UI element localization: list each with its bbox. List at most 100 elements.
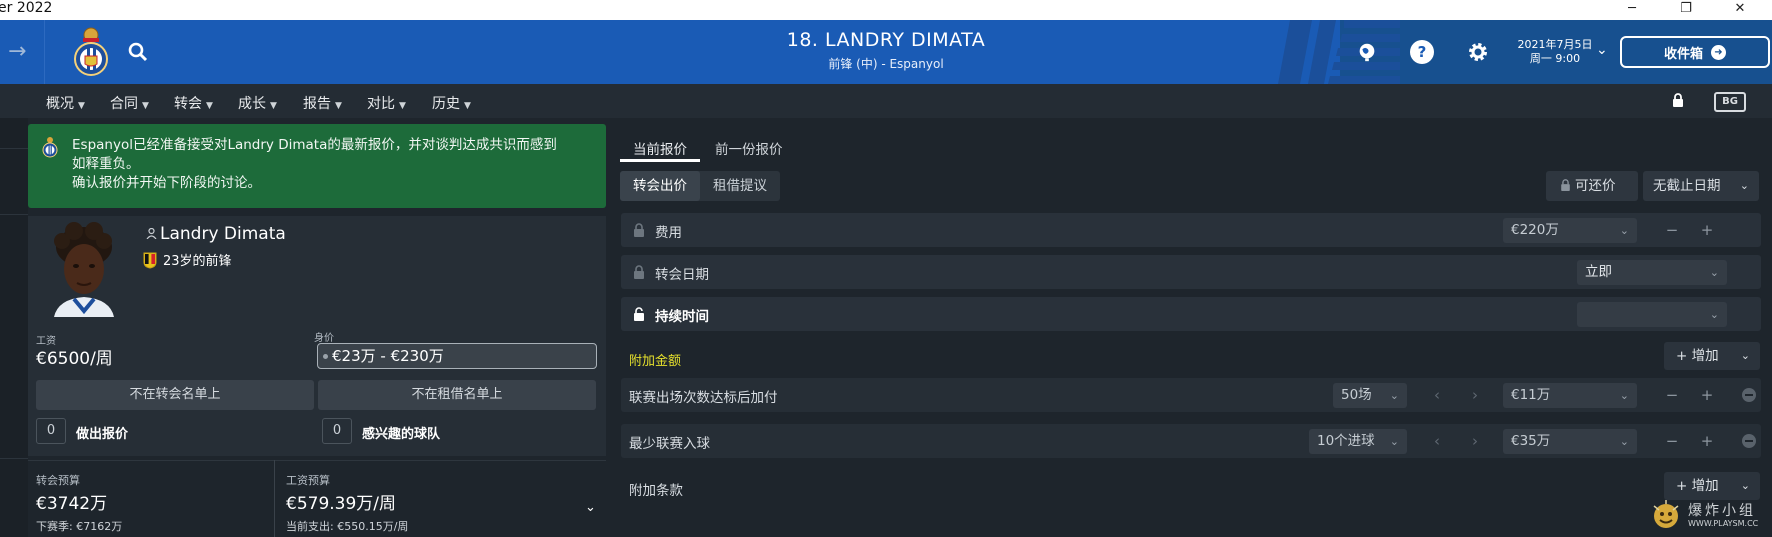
segment-transfer[interactable]: 转会出价	[620, 171, 700, 201]
transfer-date-value: 立即	[1585, 264, 1612, 280]
date-line2: 周一 9:00	[1529, 52, 1581, 65]
help-icon[interactable]: ?	[1410, 40, 1434, 64]
interested-label[interactable]: 感兴趣的球队	[362, 423, 440, 442]
fee-label: 费用	[655, 225, 682, 241]
wage-budget-label: 工资预算	[286, 474, 330, 487]
bonus-decrease-button[interactable]: −	[1663, 432, 1681, 450]
add-clause-button[interactable]: + 增加 ⌄	[1664, 472, 1760, 500]
offers-label[interactable]: 做出报价	[76, 423, 128, 442]
gear-icon[interactable]	[1466, 40, 1490, 64]
watermark-logo-icon	[1653, 500, 1679, 528]
value-label: 身价	[314, 333, 334, 344]
belgium-flag-icon	[143, 252, 157, 269]
unlock-icon[interactable]	[633, 307, 645, 321]
duration-row: 持续时间 ⌄	[621, 297, 1761, 331]
chevron-right-icon[interactable]: ›	[1466, 386, 1484, 404]
bonus-decrease-button[interactable]: −	[1663, 386, 1681, 404]
status-notice: Espanyol已经准备接受对Landry Dimata的最新报价，并对谈判达成…	[28, 124, 606, 208]
transfer-date-select[interactable]: 立即 ⌄	[1577, 260, 1727, 285]
chevron-down-icon: ⌄	[1619, 389, 1629, 402]
loan-list-button[interactable]: 不在租借名单上	[318, 380, 596, 410]
chevron-right-icon[interactable]: ›	[1466, 432, 1484, 450]
club-crest-small-icon	[42, 137, 58, 158]
chevron-left-icon[interactable]: ‹	[1428, 386, 1446, 404]
page-title: 18. LANDRY DIMATA	[786, 29, 986, 51]
site-watermark: 爆炸小组 WWW.PLAYSM.CC	[1648, 498, 1772, 534]
nav-reports[interactable]: 报告 ▼	[303, 93, 342, 113]
world-icon[interactable]	[1355, 40, 1379, 64]
chevron-down-icon: ⌄	[1709, 266, 1719, 279]
fee-input[interactable]: €220万 ⌄	[1503, 218, 1637, 243]
minimize-button[interactable]: ─	[1614, 0, 1650, 16]
duration-select[interactable]: ⌄	[1577, 302, 1727, 327]
tab-current-offer[interactable]: 当前报价	[633, 138, 687, 158]
page-subtitle: 前锋 (中) - Espanyol	[828, 57, 944, 71]
remove-bonus-icon[interactable]	[1742, 388, 1756, 402]
tab-previous-offer[interactable]: 前一份报价	[715, 138, 783, 158]
wage-budget-spent: 当前支出: €550.15万/周	[286, 520, 409, 533]
bonus-amount-input[interactable]: €35万 ⌄	[1503, 429, 1637, 454]
remove-bonus-icon[interactable]	[1742, 434, 1756, 448]
nav-contract[interactable]: 合同 ▼	[110, 93, 149, 113]
interested-count: 0	[322, 418, 352, 444]
game-date[interactable]: 2021年7月5日 周一 9:00	[1515, 38, 1595, 66]
chevron-down-icon: ⌄	[1389, 435, 1399, 448]
plus-icon: +	[1676, 348, 1688, 364]
nav-compare[interactable]: 对比 ▼	[367, 93, 406, 113]
chevron-down-icon: ⌄	[1740, 349, 1750, 362]
window-title: er 2022	[0, 0, 53, 16]
fee-decrease-button[interactable]: −	[1663, 221, 1681, 239]
player-name: Landry Dimata	[146, 224, 286, 244]
nav-transfer[interactable]: 转会 ▼	[174, 93, 213, 113]
close-button[interactable]: ✕	[1722, 0, 1758, 16]
bonus-condition: 10个进球	[1317, 433, 1375, 449]
bonus-increase-button[interactable]: +	[1698, 432, 1716, 450]
transfer-budget-label: 转会预算	[36, 474, 80, 487]
deadline-dropdown[interactable]: 无截止日期 ⌄	[1643, 171, 1759, 201]
wage-value: €6500/周	[36, 349, 113, 369]
bonus-condition-select[interactable]: 50场 ⌄	[1333, 383, 1407, 408]
fee-increase-button[interactable]: +	[1698, 221, 1716, 239]
chevron-left-icon[interactable]: ‹	[1428, 432, 1446, 450]
fee-value: €220万	[1511, 222, 1559, 238]
value-range-box[interactable]: €23万 - €230万	[317, 343, 597, 369]
bonus-label: 联赛出场次数达标后加付	[629, 390, 778, 406]
nav-overview[interactable]: 概况 ▼	[46, 93, 85, 113]
bonus-row: 最少联赛入球 10个进球 ⌄ ‹ › €35万 ⌄ − +	[621, 424, 1761, 458]
bonus-amount-input[interactable]: €11万 ⌄	[1503, 383, 1637, 408]
transfer-budget-next: 下赛季: €7162万	[36, 520, 123, 533]
inbox-button[interactable]: 收件箱 ➜	[1620, 36, 1770, 68]
background-toggle-icon[interactable]: BG	[1714, 92, 1746, 112]
negotiable-label: 可还价	[1575, 178, 1616, 194]
negotiable-button[interactable]: 可还价	[1546, 171, 1638, 201]
player-photo	[44, 221, 124, 317]
player-name-text: Landry Dimata	[160, 224, 286, 244]
notice-line: 如释重负。	[72, 156, 140, 172]
lock-icon[interactable]	[1671, 93, 1685, 107]
chevron-down-icon[interactable]: ⌄	[585, 500, 596, 515]
nav-history[interactable]: 历史 ▼	[432, 93, 471, 113]
chevron-down-icon: ⌄	[1740, 479, 1750, 492]
transfer-date-row: 转会日期 立即 ⌄	[621, 255, 1761, 289]
duration-label: 持续时间	[655, 309, 709, 325]
chevron-down-icon[interactable]: ⌄	[1596, 42, 1608, 58]
notice-line: Espanyol已经准备接受对Landry Dimata的最新报价，并对谈判达成…	[72, 137, 557, 153]
lock-icon[interactable]	[633, 223, 645, 237]
transfer-list-button[interactable]: 不在转会名单上	[36, 380, 314, 410]
nav-development[interactable]: 成长 ▼	[238, 93, 277, 113]
add-bonus-button[interactable]: + 增加 ⌄	[1664, 342, 1760, 370]
window-titlebar: er 2022 ─ ❐ ✕	[0, 0, 1772, 20]
restore-button[interactable]: ❐	[1668, 0, 1704, 16]
player-age-position: 23岁的前锋	[163, 254, 232, 269]
notice-text: Espanyol已经准备接受对Landry Dimata的最新报价，并对谈判达成…	[72, 136, 602, 193]
inbox-label: 收件箱	[1663, 46, 1703, 62]
lock-icon[interactable]	[633, 265, 645, 279]
chevron-down-icon: ⌄	[1619, 224, 1629, 237]
bonus-condition-select[interactable]: 10个进球 ⌄	[1309, 429, 1407, 454]
segment-loan[interactable]: 租借提议	[700, 171, 780, 201]
lock-icon	[1561, 179, 1570, 191]
chevron-down-icon: ⌄	[1619, 435, 1629, 448]
add-clause-label: 增加	[1691, 478, 1719, 494]
clauses-header: 附加条款	[629, 483, 683, 499]
bonus-increase-button[interactable]: +	[1698, 386, 1716, 404]
